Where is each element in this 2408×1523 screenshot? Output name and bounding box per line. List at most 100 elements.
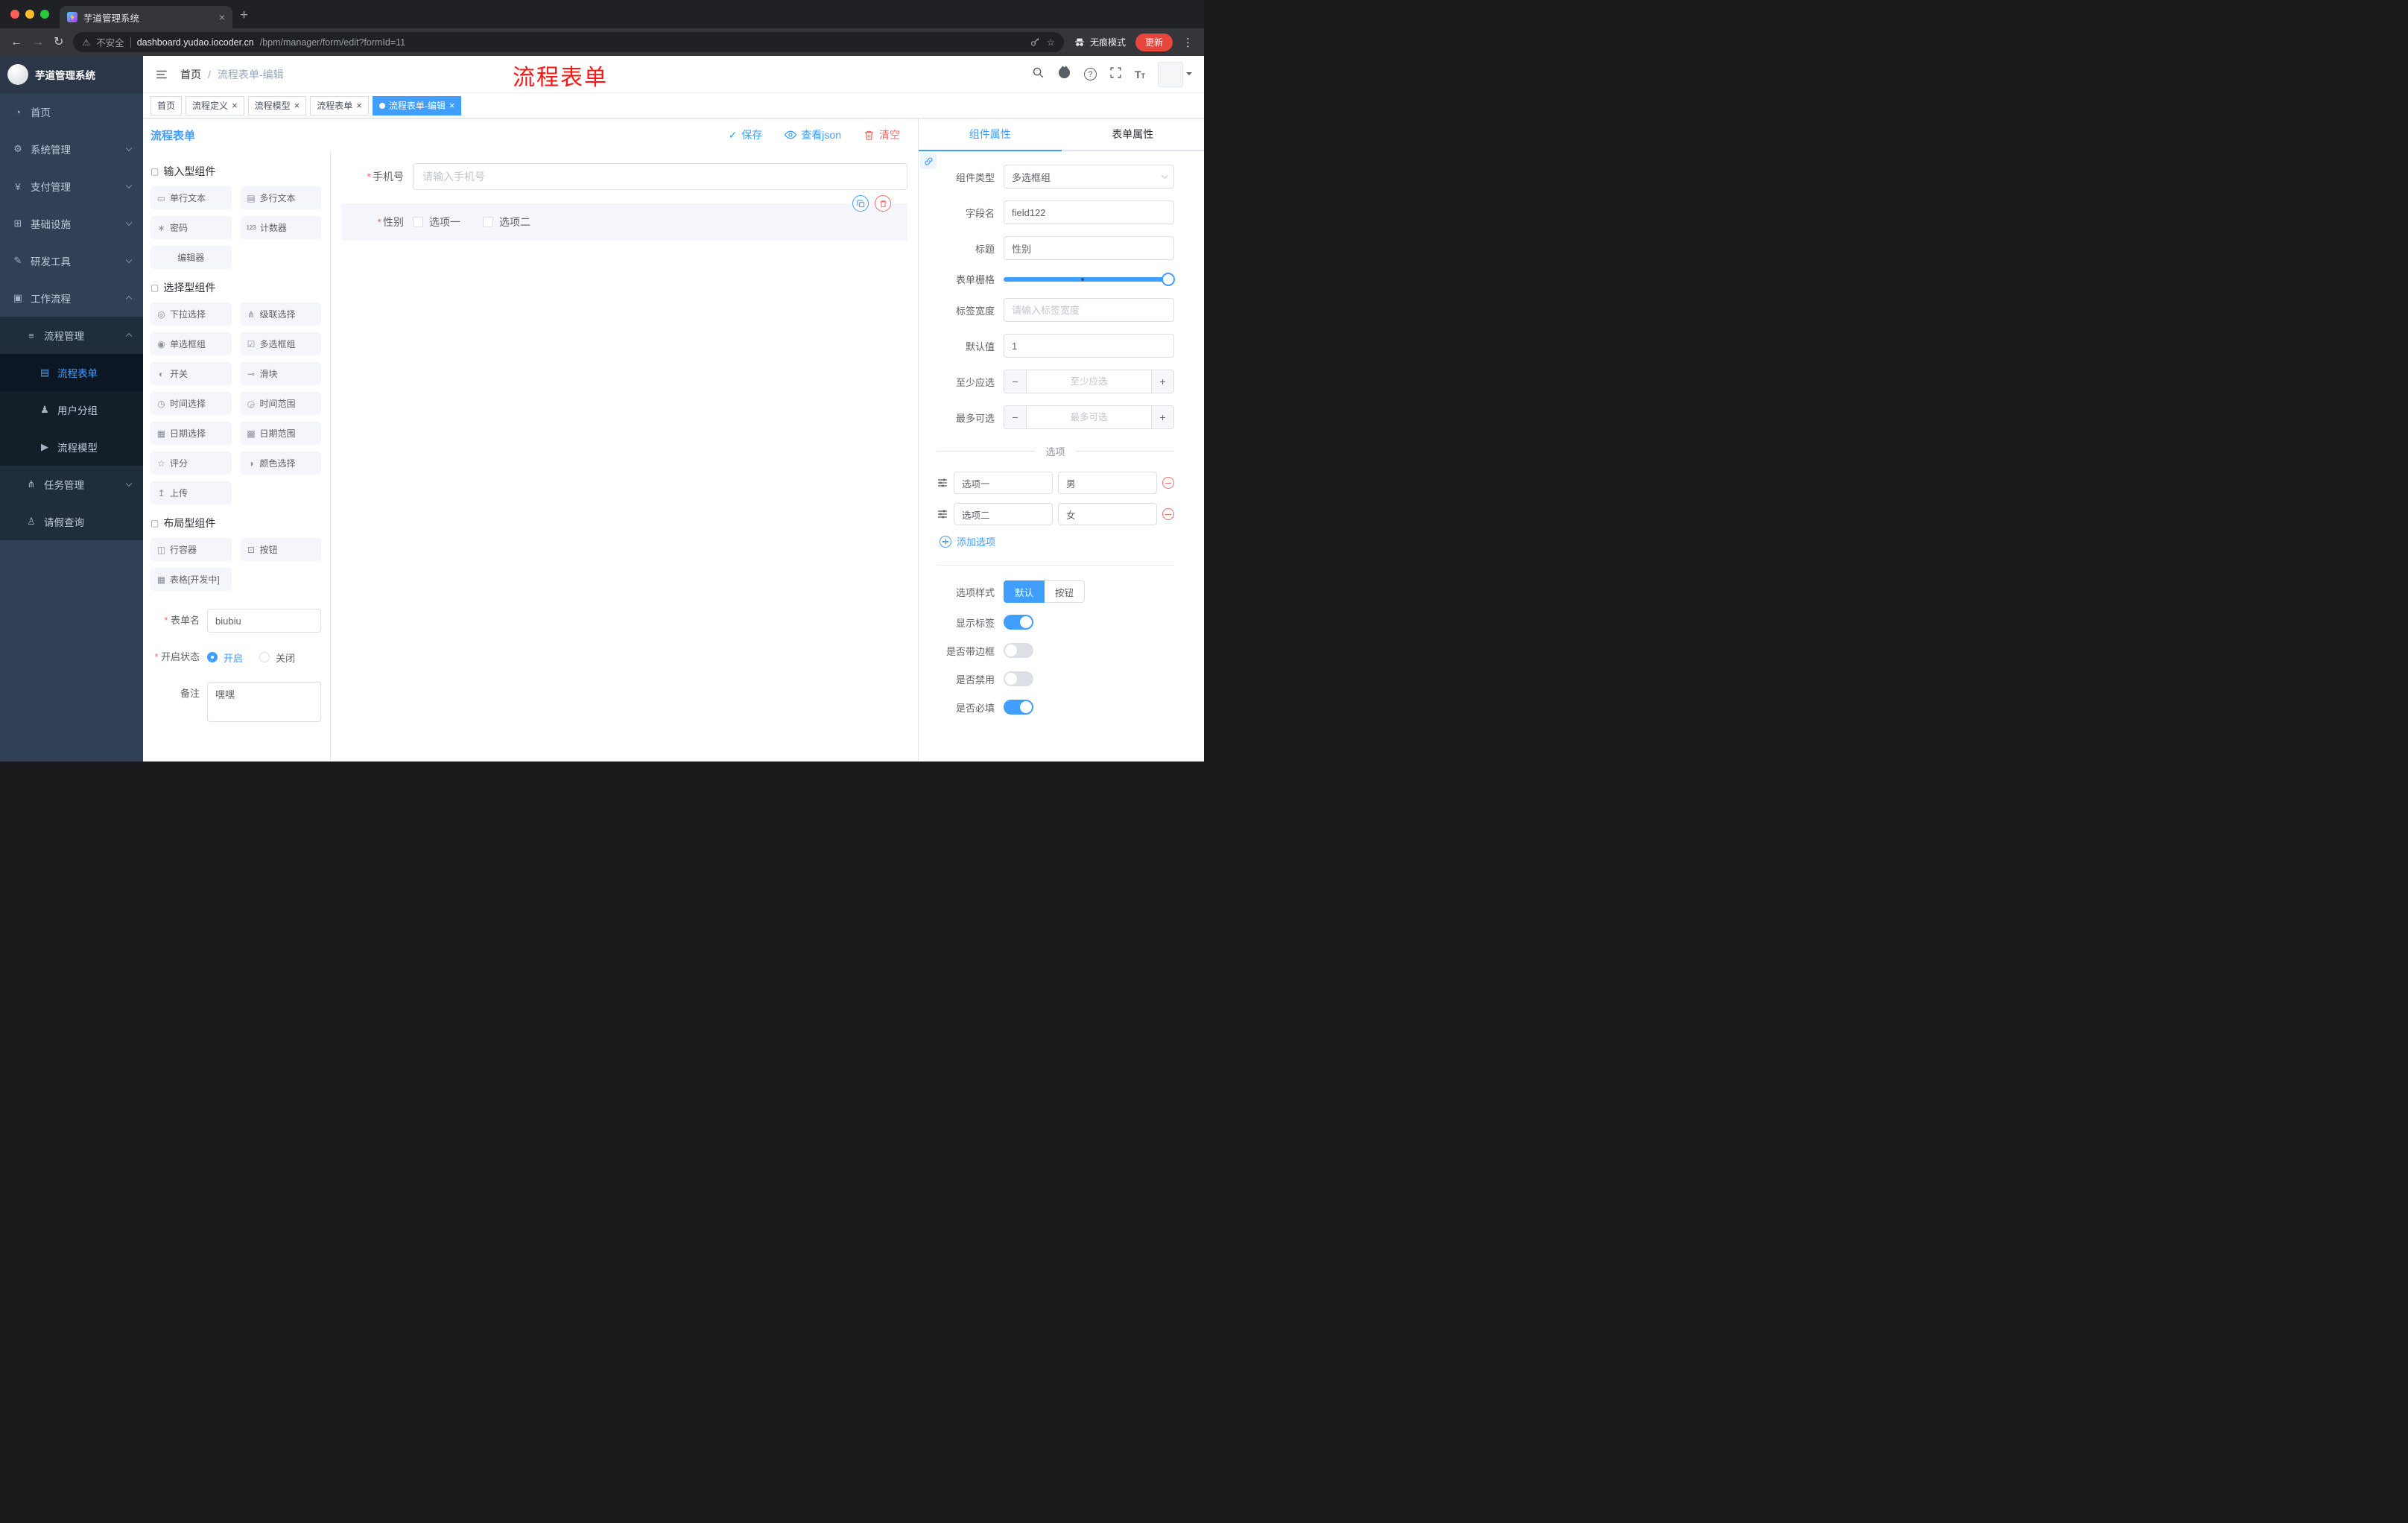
search-icon[interactable] [1032, 66, 1045, 83]
status-off-radio[interactable] [259, 652, 270, 662]
clear-button[interactable]: 清空 [864, 127, 900, 142]
tab-form-props[interactable]: 表单属性 [1062, 118, 1205, 151]
gender-option-1[interactable]: 选项一 [413, 215, 460, 229]
close-tab-icon[interactable]: × [219, 12, 225, 22]
max-select-input[interactable] [1027, 406, 1151, 428]
sidebar-item-process-management[interactable]: ≡ 流程管理 [0, 317, 143, 354]
password-key-icon[interactable] [1030, 37, 1041, 48]
tag-process-form[interactable]: 流程表单 × [310, 95, 369, 115]
add-option-button[interactable]: 添加选项 [940, 534, 1174, 548]
back-icon[interactable]: ← [10, 36, 22, 48]
sidebar-item-payment-management[interactable]: ¥ 支付管理 [0, 168, 143, 205]
min-select-input[interactable] [1027, 370, 1151, 393]
address-bar[interactable]: ⚠ 不安全 dashboard.yudao.iocoder.cn/bpm/man… [73, 32, 1064, 52]
style-button-button[interactable]: 按钮 [1045, 580, 1086, 603]
palette-item-checkbox-group[interactable]: ☑ 多选框组 [240, 332, 321, 355]
increase-button[interactable]: + [1151, 406, 1173, 428]
reload-icon[interactable]: ↻ [54, 36, 63, 48]
with-border-switch[interactable] [1004, 643, 1033, 658]
close-icon[interactable]: × [232, 101, 238, 110]
palette-item-slider[interactable]: ⊸ 滑块 [240, 362, 321, 385]
gender-option-2[interactable]: 选项二 [483, 215, 530, 229]
sidebar-item-devtools[interactable]: ✎ 研发工具 [0, 242, 143, 279]
palette-item-password[interactable]: ∗ 密码 [150, 216, 232, 239]
palette-item-date-picker[interactable]: ▦ 日期选择 [150, 422, 232, 445]
grid-slider[interactable] [1004, 272, 1175, 286]
bookmark-star-icon[interactable]: ☆ [1047, 37, 1055, 48]
status-off-label[interactable]: 关闭 [276, 650, 295, 665]
maximize-window-button[interactable] [40, 10, 49, 19]
forward-icon[interactable]: → [32, 36, 44, 48]
delete-field-button[interactable] [875, 195, 891, 212]
palette-item-rate[interactable]: ☆ 评分 [150, 452, 232, 475]
title-input[interactable] [1004, 236, 1174, 260]
close-icon[interactable]: × [356, 101, 362, 110]
sidebar-item-task-management[interactable]: ⋔ 任务管理 [0, 466, 143, 503]
form-canvas[interactable]: * 手机号 请输入手机号 * 性别 选项一 选项二 [331, 151, 918, 762]
tag-process-definition[interactable]: 流程定义 × [186, 95, 244, 115]
slider-handle[interactable] [1162, 272, 1175, 286]
decrease-button[interactable]: − [1004, 370, 1027, 393]
minimize-window-button[interactable] [25, 10, 34, 19]
option-value-input[interactable] [1058, 503, 1157, 525]
label-width-input[interactable] [1004, 298, 1174, 322]
canvas-field-phone[interactable]: * 手机号 [341, 163, 907, 190]
increase-button[interactable]: + [1151, 370, 1173, 393]
palette-item-date-range[interactable]: ▩ 日期范围 [240, 422, 321, 445]
required-switch[interactable] [1004, 700, 1033, 715]
palette-item-time-range[interactable]: ◶ 时间范围 [240, 392, 321, 415]
sidebar-item-process-form[interactable]: ▤ 流程表单 [0, 354, 143, 391]
decrease-button[interactable]: − [1004, 406, 1027, 428]
tag-process-model[interactable]: 流程模型 × [247, 95, 307, 115]
hamburger-icon[interactable] [155, 68, 168, 81]
palette-item-radio-group[interactable]: ◉ 单选框组 [150, 332, 232, 355]
palette-item-editor[interactable]: 编辑器 [150, 246, 232, 269]
sidebar-item-home[interactable]: ◔ 首页 [0, 93, 143, 130]
palette-item-row-container[interactable]: ◫ 行容器 [150, 538, 232, 561]
drag-handle-icon[interactable] [937, 477, 948, 489]
user-avatar[interactable] [1158, 61, 1192, 87]
sidebar-item-user-group[interactable]: ♟ 用户分组 [0, 391, 143, 428]
save-button[interactable]: ✓ 保存 [729, 127, 763, 142]
sidebar-item-workflow[interactable]: ▣ 工作流程 [0, 279, 143, 317]
default-value-input[interactable] [1004, 334, 1174, 358]
fullscreen-icon[interactable] [1109, 66, 1122, 83]
show-label-switch[interactable] [1004, 615, 1033, 630]
tab-component-props[interactable]: 组件属性 [919, 118, 1062, 151]
palette-item-multi-line-text[interactable]: ▤ 多行文本 [240, 186, 321, 209]
status-on-radio[interactable] [207, 652, 218, 662]
sidebar-item-system-management[interactable]: ⚙ 系统管理 [0, 130, 143, 168]
field-name-input[interactable] [1004, 200, 1174, 224]
view-json-button[interactable]: 查看json [785, 127, 841, 142]
canvas-field-gender-selected[interactable]: * 性别 选项一 选项二 [341, 195, 907, 241]
browser-menu-icon[interactable]: ⋮ [1182, 36, 1194, 49]
style-default-button[interactable]: 默认 [1004, 580, 1045, 603]
checkbox-icon[interactable] [413, 217, 423, 227]
phone-input[interactable] [413, 163, 907, 190]
form-remark-input[interactable]: 嘿嘿 [207, 682, 321, 722]
palette-item-switch[interactable]: ◐ 开关 [150, 362, 232, 385]
disabled-switch[interactable] [1004, 671, 1033, 686]
breadcrumb-home[interactable]: 首页 [180, 67, 201, 82]
remove-option-icon[interactable] [1162, 508, 1174, 520]
remove-option-icon[interactable] [1162, 477, 1174, 489]
close-window-button[interactable] [10, 10, 19, 19]
palette-item-select[interactable]: ◎ 下拉选择 [150, 303, 232, 326]
palette-item-button[interactable]: ⊡ 按钮 [240, 538, 321, 561]
palette-item-table[interactable]: ▦ 表格[开发中] [150, 568, 232, 591]
close-icon[interactable]: × [294, 101, 300, 110]
status-on-label[interactable]: 开启 [224, 650, 243, 665]
palette-item-color-picker[interactable]: ◑ 颜色选择 [240, 452, 321, 475]
tag-home[interactable]: 首页 [150, 95, 183, 115]
option-label-input[interactable] [954, 503, 1053, 525]
palette-item-cascader[interactable]: ⋔ 级联选择 [240, 303, 321, 326]
palette-item-upload[interactable]: ↥ 上传 [150, 481, 232, 504]
component-type-select[interactable]: 多选框组 [1004, 165, 1174, 189]
new-tab-button[interactable]: + [240, 7, 248, 24]
github-icon[interactable] [1057, 65, 1071, 83]
drag-handle-icon[interactable] [937, 508, 948, 520]
option-label-input[interactable] [954, 472, 1053, 494]
link-icon[interactable] [920, 153, 937, 169]
checkbox-icon[interactable] [483, 217, 493, 227]
browser-tab[interactable]: 芋道管理系统 × [60, 6, 232, 28]
